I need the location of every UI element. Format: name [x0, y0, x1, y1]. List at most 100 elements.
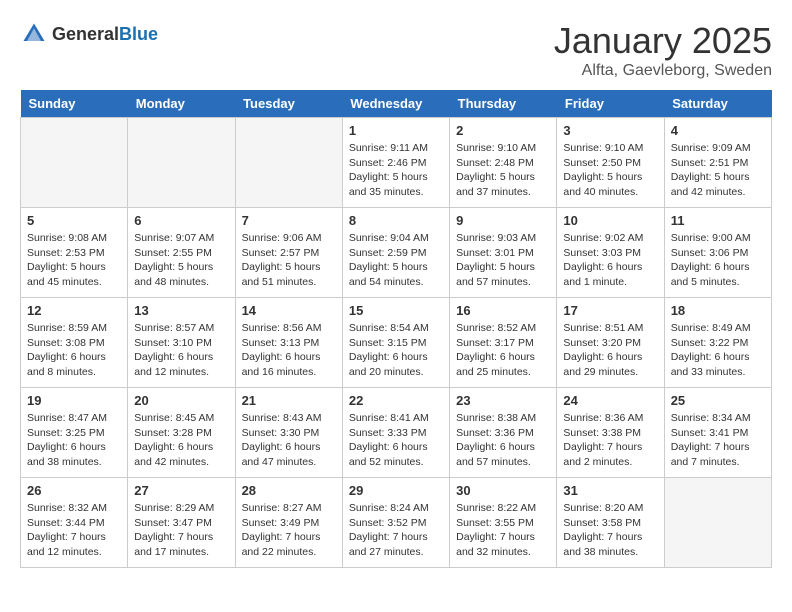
cell-info: Sunrise: 9:07 AM Sunset: 2:55 PM Dayligh… [134, 231, 228, 290]
cell-info: Sunrise: 8:59 AM Sunset: 3:08 PM Dayligh… [27, 321, 121, 380]
calendar-cell: 9 Sunrise: 9:03 AM Sunset: 3:01 PM Daylig… [450, 208, 557, 298]
day-of-week-header: Friday [557, 90, 664, 118]
calendar-cell: 22 Sunrise: 8:41 AM Sunset: 3:33 PM Dayli… [342, 388, 449, 478]
cell-info: Sunrise: 8:43 AM Sunset: 3:30 PM Dayligh… [242, 411, 336, 470]
day-number: 3 [563, 123, 657, 138]
calendar-cell: 4Sunrise: 9:09 AM Sunset: 2:51 PM Daylig… [664, 118, 771, 208]
cell-info: Sunrise: 8:45 AM Sunset: 3:28 PM Dayligh… [134, 411, 228, 470]
calendar-cell [21, 118, 128, 208]
day-number: 24 [563, 393, 657, 408]
cell-info: Sunrise: 8:49 AM Sunset: 3:22 PM Dayligh… [671, 321, 765, 380]
day-number: 30 [456, 483, 550, 498]
day-number: 9 [456, 213, 550, 228]
cell-info: Sunrise: 8:29 AM Sunset: 3:47 PM Dayligh… [134, 501, 228, 560]
calendar-cell: 19Sunrise: 8:47 AM Sunset: 3:25 PM Dayli… [21, 388, 128, 478]
calendar-cell: 1 Sunrise: 9:11 AM Sunset: 2:46 PM Daylig… [342, 118, 449, 208]
calendar-cell [664, 478, 771, 568]
calendar-cell: 28Sunrise: 8:27 AM Sunset: 3:49 PM Dayli… [235, 478, 342, 568]
calendar-cell: 14Sunrise: 8:56 AM Sunset: 3:13 PM Dayli… [235, 298, 342, 388]
cell-info: Sunrise: 8:22 AM Sunset: 3:55 PM Dayligh… [456, 501, 550, 560]
logo-icon [20, 20, 48, 48]
cell-info: Sunrise: 8:56 AM Sunset: 3:13 PM Dayligh… [242, 321, 336, 380]
cell-info: Sunrise: 8:32 AM Sunset: 3:44 PM Dayligh… [27, 501, 121, 560]
day-number: 16 [456, 303, 550, 318]
day-number: 27 [134, 483, 228, 498]
day-of-week-header: Sunday [21, 90, 128, 118]
calendar-cell [128, 118, 235, 208]
calendar-cell: 2Sunrise: 9:10 AM Sunset: 2:48 PM Daylig… [450, 118, 557, 208]
cell-info: Sunrise: 8:51 AM Sunset: 3:20 PM Dayligh… [563, 321, 657, 380]
page-header: GeneralBlue January 2025 Alfta, Gaevlebo… [20, 20, 772, 80]
calendar-cell: 13Sunrise: 8:57 AM Sunset: 3:10 PM Dayli… [128, 298, 235, 388]
calendar-cell: 23Sunrise: 8:38 AM Sunset: 3:36 PM Dayli… [450, 388, 557, 478]
day-of-week-header: Thursday [450, 90, 557, 118]
calendar-week-row: 5 Sunrise: 9:08 AM Sunset: 2:53 PM Daylig… [21, 208, 772, 298]
calendar-cell: 26Sunrise: 8:32 AM Sunset: 3:44 PM Dayli… [21, 478, 128, 568]
day-number: 19 [27, 393, 121, 408]
calendar-cell: 30 Sunrise: 8:22 AM Sunset: 3:55 PM Dayli… [450, 478, 557, 568]
title-block: January 2025 Alfta, Gaevleborg, Sweden [554, 20, 772, 80]
cell-info: Sunrise: 8:54 AM Sunset: 3:15 PM Dayligh… [349, 321, 443, 380]
calendar-cell: 10 Sunrise: 9:02 AM Sunset: 3:03 PM Dayli… [557, 208, 664, 298]
cell-info: Sunrise: 9:02 AM Sunset: 3:03 PM Dayligh… [563, 231, 657, 290]
cell-info: Sunrise: 9:03 AM Sunset: 3:01 PM Dayligh… [456, 231, 550, 290]
calendar-cell: 12 Sunrise: 8:59 AM Sunset: 3:08 PM Dayli… [21, 298, 128, 388]
day-number: 15 [349, 303, 443, 318]
cell-info: Sunrise: 8:24 AM Sunset: 3:52 PM Dayligh… [349, 501, 443, 560]
calendar-cell: 18 Sunrise: 8:49 AM Sunset: 3:22 PM Dayli… [664, 298, 771, 388]
logo: GeneralBlue [20, 20, 158, 48]
calendar-cell: 6 Sunrise: 9:07 AM Sunset: 2:55 PM Daylig… [128, 208, 235, 298]
day-of-week-header: Wednesday [342, 90, 449, 118]
cell-info: Sunrise: 9:08 AM Sunset: 2:53 PM Dayligh… [27, 231, 121, 290]
cell-info: Sunrise: 9:09 AM Sunset: 2:51 PM Dayligh… [671, 141, 765, 200]
calendar-header-row: SundayMondayTuesdayWednesdayThursdayFrid… [21, 90, 772, 118]
month-title: January 2025 [554, 20, 772, 62]
cell-info: Sunrise: 8:41 AM Sunset: 3:33 PM Dayligh… [349, 411, 443, 470]
cell-info: Sunrise: 9:11 AM Sunset: 2:46 PM Dayligh… [349, 141, 443, 200]
calendar-cell: 16Sunrise: 8:52 AM Sunset: 3:17 PM Dayli… [450, 298, 557, 388]
day-number: 1 [349, 123, 443, 138]
cell-info: Sunrise: 8:27 AM Sunset: 3:49 PM Dayligh… [242, 501, 336, 560]
day-number: 7 [242, 213, 336, 228]
calendar-week-row: 19Sunrise: 8:47 AM Sunset: 3:25 PM Dayli… [21, 388, 772, 478]
calendar-week-row: 26Sunrise: 8:32 AM Sunset: 3:44 PM Dayli… [21, 478, 772, 568]
calendar-table: SundayMondayTuesdayWednesdayThursdayFrid… [20, 90, 772, 568]
day-number: 18 [671, 303, 765, 318]
calendar-cell: 3Sunrise: 9:10 AM Sunset: 2:50 PM Daylig… [557, 118, 664, 208]
day-number: 10 [563, 213, 657, 228]
cell-info: Sunrise: 8:34 AM Sunset: 3:41 PM Dayligh… [671, 411, 765, 470]
day-number: 29 [349, 483, 443, 498]
cell-info: Sunrise: 8:36 AM Sunset: 3:38 PM Dayligh… [563, 411, 657, 470]
calendar-cell: 8Sunrise: 9:04 AM Sunset: 2:59 PM Daylig… [342, 208, 449, 298]
calendar-cell: 21 Sunrise: 8:43 AM Sunset: 3:30 PM Dayli… [235, 388, 342, 478]
day-number: 21 [242, 393, 336, 408]
calendar-cell [235, 118, 342, 208]
cell-info: Sunrise: 9:10 AM Sunset: 2:48 PM Dayligh… [456, 141, 550, 200]
day-number: 6 [134, 213, 228, 228]
day-number: 5 [27, 213, 121, 228]
day-of-week-header: Saturday [664, 90, 771, 118]
day-number: 8 [349, 213, 443, 228]
calendar-week-row: 1 Sunrise: 9:11 AM Sunset: 2:46 PM Daylig… [21, 118, 772, 208]
calendar-cell: 25 Sunrise: 8:34 AM Sunset: 3:41 PM Dayli… [664, 388, 771, 478]
calendar-cell: 20Sunrise: 8:45 AM Sunset: 3:28 PM Dayli… [128, 388, 235, 478]
day-number: 25 [671, 393, 765, 408]
calendar-cell: 15 Sunrise: 8:54 AM Sunset: 3:15 PM Dayli… [342, 298, 449, 388]
logo-text-blue: Blue [119, 24, 158, 44]
day-number: 12 [27, 303, 121, 318]
day-of-week-header: Monday [128, 90, 235, 118]
calendar-cell: 29 Sunrise: 8:24 AM Sunset: 3:52 PM Dayli… [342, 478, 449, 568]
calendar-week-row: 12 Sunrise: 8:59 AM Sunset: 3:08 PM Dayli… [21, 298, 772, 388]
day-number: 17 [563, 303, 657, 318]
day-number: 23 [456, 393, 550, 408]
cell-info: Sunrise: 8:20 AM Sunset: 3:58 PM Dayligh… [563, 501, 657, 560]
calendar-cell: 27 Sunrise: 8:29 AM Sunset: 3:47 PM Dayli… [128, 478, 235, 568]
calendar-cell: 24 Sunrise: 8:36 AM Sunset: 3:38 PM Dayli… [557, 388, 664, 478]
location-subtitle: Alfta, Gaevleborg, Sweden [554, 62, 772, 80]
calendar-cell: 7Sunrise: 9:06 AM Sunset: 2:57 PM Daylig… [235, 208, 342, 298]
day-number: 13 [134, 303, 228, 318]
logo-text-general: General [52, 24, 119, 44]
calendar-cell: 11Sunrise: 9:00 AM Sunset: 3:06 PM Dayli… [664, 208, 771, 298]
calendar-cell: 17 Sunrise: 8:51 AM Sunset: 3:20 PM Dayli… [557, 298, 664, 388]
day-number: 22 [349, 393, 443, 408]
